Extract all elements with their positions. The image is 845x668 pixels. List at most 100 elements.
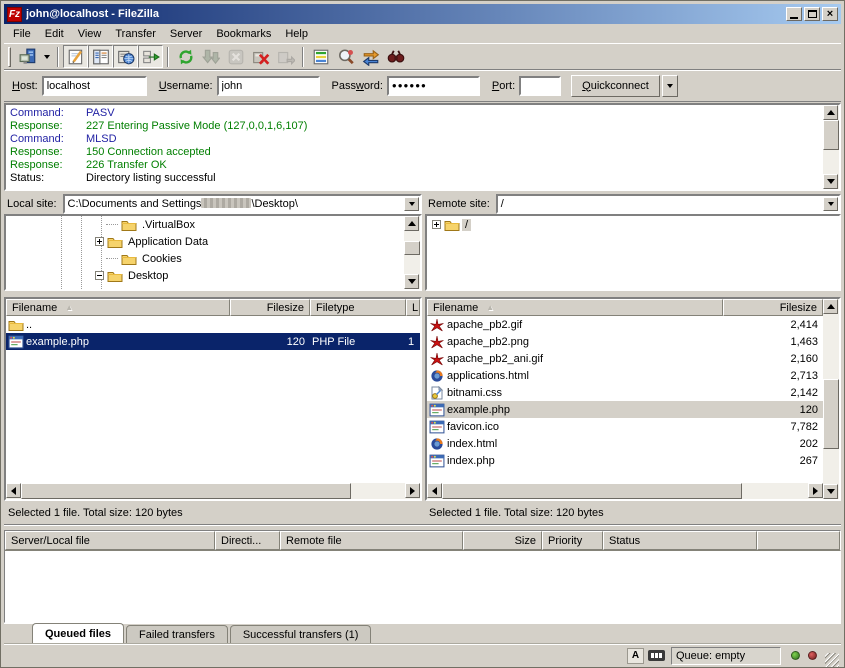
site-manager-dropdown[interactable] bbox=[40, 45, 53, 68]
file-row[interactable]: apache_pb2.gif 2,414 bbox=[427, 316, 823, 333]
find-files-button[interactable] bbox=[383, 45, 408, 68]
menu-help[interactable]: Help bbox=[278, 26, 315, 42]
speed-limits-icon[interactable] bbox=[648, 650, 665, 661]
filter-button[interactable] bbox=[308, 45, 333, 68]
red-status-led bbox=[808, 651, 817, 660]
tree-item-cookies[interactable]: Cookies bbox=[6, 250, 404, 267]
column-header-filename[interactable]: Filename▲ bbox=[6, 299, 230, 316]
queue-body[interactable] bbox=[4, 550, 841, 623]
remote-vertical-scrollbar[interactable] bbox=[823, 299, 839, 499]
file-row[interactable]: favicon.ico 7,782 bbox=[427, 418, 823, 435]
scroll-left-button[interactable] bbox=[6, 483, 21, 498]
tree-item-application-data[interactable]: Application Data bbox=[6, 233, 404, 250]
file-row-parent-dir[interactable]: .. bbox=[6, 316, 420, 333]
scroll-down-button[interactable] bbox=[823, 174, 838, 189]
tree-item-root[interactable]: / bbox=[427, 216, 839, 233]
scroll-thumb[interactable] bbox=[404, 241, 420, 255]
file-row[interactable]: apache_pb2_ani.gif 2,160 bbox=[427, 350, 823, 367]
file-row[interactable]: index.php 267 bbox=[427, 452, 823, 469]
scroll-down-button[interactable] bbox=[404, 274, 419, 289]
expand-plus-icon[interactable] bbox=[95, 237, 104, 246]
column-header-last-modified[interactable]: L bbox=[406, 299, 420, 316]
combo-dropdown-button[interactable] bbox=[823, 197, 838, 211]
column-header-direction[interactable]: Directi... bbox=[215, 531, 280, 550]
file-row[interactable]: bitnami.css 2,142 bbox=[427, 384, 823, 401]
quickconnect-button[interactable]: Quickconnect bbox=[571, 75, 660, 97]
quickconnect-dropdown[interactable] bbox=[662, 75, 678, 97]
toggle-local-tree-button[interactable] bbox=[88, 45, 113, 68]
remote-site-combo[interactable]: / bbox=[496, 194, 841, 214]
combo-dropdown-button[interactable] bbox=[404, 197, 419, 211]
minimize-button[interactable] bbox=[786, 7, 802, 21]
resize-grip[interactable] bbox=[825, 653, 839, 667]
scroll-thumb[interactable] bbox=[21, 483, 351, 499]
column-header-remote-file[interactable]: Remote file bbox=[280, 531, 463, 550]
menu-view[interactable]: View bbox=[71, 26, 109, 42]
tab-successful-transfers[interactable]: Successful transfers (1) bbox=[230, 625, 372, 643]
refresh-button[interactable] bbox=[173, 45, 198, 68]
file-row[interactable]: index.html 202 bbox=[427, 435, 823, 452]
column-header-filetype[interactable]: Filetype bbox=[310, 299, 406, 316]
local-file-list: Filename▲ Filesize Filetype L .. bbox=[4, 297, 422, 501]
scroll-down-button[interactable] bbox=[823, 484, 838, 499]
scroll-thumb[interactable] bbox=[823, 379, 839, 449]
toggle-message-log-button[interactable] bbox=[63, 45, 88, 68]
disconnect-button[interactable] bbox=[248, 45, 273, 68]
menu-bookmarks[interactable]: Bookmarks bbox=[209, 26, 278, 42]
scroll-up-button[interactable] bbox=[404, 216, 419, 231]
password-input[interactable] bbox=[387, 76, 480, 96]
menu-file[interactable]: File bbox=[6, 26, 38, 42]
local-tree-scrollbar[interactable] bbox=[404, 216, 420, 289]
collapse-minus-icon[interactable] bbox=[95, 271, 104, 280]
scroll-up-button[interactable] bbox=[823, 105, 838, 120]
log-scrollbar[interactable] bbox=[823, 105, 839, 189]
port-input[interactable] bbox=[519, 76, 561, 96]
expand-plus-icon[interactable] bbox=[432, 220, 441, 229]
file-row-example-php[interactable]: example.php 120 PHP File 1 bbox=[6, 333, 420, 350]
log-text: 150 Connection accepted bbox=[86, 146, 211, 159]
cancel-operation-button[interactable] bbox=[223, 45, 248, 68]
username-input[interactable] bbox=[217, 76, 320, 96]
file-row-selected[interactable]: example.php 120 bbox=[427, 401, 823, 418]
data-type-indicator-icon[interactable]: A bbox=[627, 648, 644, 664]
scroll-right-button[interactable] bbox=[808, 483, 823, 498]
toolbar-separator bbox=[167, 47, 169, 67]
column-header-status[interactable]: Status bbox=[603, 531, 757, 550]
tree-item-virtualbox[interactable]: .VirtualBox bbox=[6, 216, 404, 233]
close-button[interactable]: × bbox=[822, 7, 838, 21]
column-header-filename[interactable]: Filename▲ bbox=[427, 299, 723, 316]
scroll-up-button[interactable] bbox=[823, 299, 838, 314]
remote-horizontal-scrollbar[interactable] bbox=[427, 483, 823, 499]
column-header-filesize[interactable]: Filesize bbox=[230, 299, 310, 316]
column-header-server-local-file[interactable]: Server/Local file bbox=[5, 531, 215, 550]
tab-queued-files[interactable]: Queued files bbox=[32, 623, 124, 643]
toggle-remote-tree-button[interactable] bbox=[113, 45, 138, 68]
scroll-left-button[interactable] bbox=[427, 483, 442, 498]
reconnect-button[interactable] bbox=[273, 45, 298, 68]
synchronized-browsing-button[interactable] bbox=[358, 45, 383, 68]
file-row[interactable]: applications.html 2,713 bbox=[427, 367, 823, 384]
menu-edit[interactable]: Edit bbox=[38, 26, 71, 42]
tab-failed-transfers[interactable]: Failed transfers bbox=[126, 625, 228, 643]
scroll-right-button[interactable] bbox=[405, 483, 420, 498]
scroll-thumb[interactable] bbox=[823, 120, 839, 150]
directory-comparison-button[interactable] bbox=[333, 45, 358, 68]
file-row[interactable]: apache_pb2.png 1,463 bbox=[427, 333, 823, 350]
column-header-size[interactable]: Size bbox=[463, 531, 542, 550]
local-horizontal-scrollbar[interactable] bbox=[6, 483, 420, 499]
toolbar-grip[interactable] bbox=[8, 47, 11, 67]
process-queue-button[interactable] bbox=[198, 45, 223, 68]
scroll-thumb[interactable] bbox=[442, 483, 742, 499]
column-header-filesize[interactable]: Filesize bbox=[723, 299, 823, 316]
directory-trees: .VirtualBox Application Data Cookies bbox=[4, 214, 841, 291]
host-input[interactable] bbox=[42, 76, 147, 96]
maximize-button[interactable] bbox=[804, 7, 820, 21]
file-name: index.html bbox=[447, 438, 497, 450]
menu-transfer[interactable]: Transfer bbox=[108, 26, 163, 42]
tree-item-desktop[interactable]: Desktop bbox=[6, 267, 404, 284]
site-manager-button[interactable] bbox=[15, 45, 40, 68]
menu-server[interactable]: Server bbox=[163, 26, 209, 42]
local-site-combo[interactable]: C:\Documents and Settings\Desktop\ bbox=[63, 194, 422, 214]
toggle-transfer-queue-button[interactable] bbox=[138, 45, 163, 68]
column-header-priority[interactable]: Priority bbox=[542, 531, 603, 550]
